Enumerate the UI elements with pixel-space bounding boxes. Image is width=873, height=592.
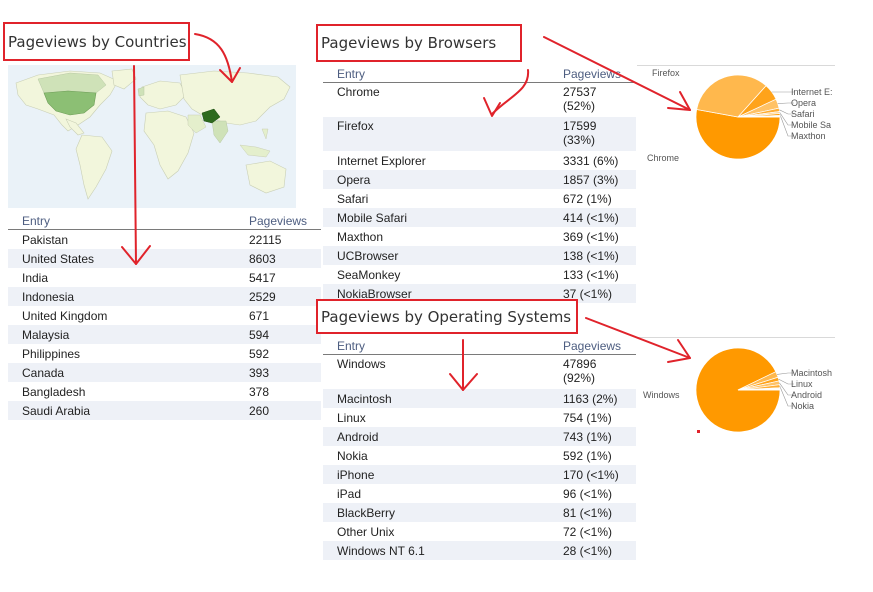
table-row: Other Unix 72 (<1%) <box>337 524 613 539</box>
countries-col-pageviews[interactable]: Pageviews <box>249 214 307 228</box>
table-row: Windows NT 6.1 28 (<1%) <box>323 541 636 560</box>
browsers-table-header: Entry Pageviews <box>323 65 636 83</box>
os-table: Entry Pageviews Windows 47896 (92%) Macin… <box>323 337 636 560</box>
table-row: Windows 47896 (92%) <box>337 357 597 385</box>
table-row: UCBrowser 138 (<1%) <box>323 246 636 265</box>
os-title-box: Pageviews by Operating Systems <box>316 299 578 334</box>
countries-table: Entry Pageviews Pakistan 22115 United Sta… <box>8 212 321 420</box>
table-row: Saudi Arabia 260 <box>8 401 321 420</box>
table-row: Maxthon 369 (<1%) <box>337 229 619 244</box>
pie-label-maxthon: Maxthon <box>791 131 826 141</box>
table-row: Indonesia 2529 <box>8 287 321 306</box>
table-row: SeaMonkey 133 (<1%) <box>337 267 619 282</box>
pie-label-windows: Windows <box>643 390 680 400</box>
table-row: Philippines 592 <box>22 346 270 361</box>
table-row: India 5417 <box>22 270 276 285</box>
divider <box>637 337 835 338</box>
pie-label-chrome: Chrome <box>647 153 680 163</box>
os-col-entry[interactable]: Entry <box>323 339 563 353</box>
table-row: Bangladesh 378 <box>22 384 270 399</box>
table-row: United States 8603 <box>8 249 321 268</box>
browsers-col-pageviews[interactable]: Pageviews <box>563 67 621 81</box>
world-map[interactable] <box>8 65 296 208</box>
countries-table-header: Entry Pageviews <box>8 212 321 230</box>
table-row: Chrome 27537 (52%) <box>337 85 597 113</box>
countries-col-entry[interactable]: Entry <box>8 214 249 228</box>
table-row: Nokia 592 (1%) <box>337 448 612 463</box>
pie-label-internet-explorer: Internet E: <box>791 87 833 97</box>
table-row: iPhone 170 (<1%) <box>323 465 636 484</box>
table-row: Malaysia 594 <box>8 325 321 344</box>
pie-label-mobile-safari: Mobile Sa <box>791 120 832 130</box>
table-row: Pakistan 22115 <box>22 232 282 247</box>
table-row: Firefox 17599 (33%) <box>323 117 636 151</box>
countries-title-box: Pageviews by Countries <box>3 22 190 61</box>
red-dot <box>697 430 700 433</box>
table-row: Macintosh 1163 (2%) <box>323 389 636 408</box>
divider <box>637 65 835 66</box>
table-row: Mobile Safari 414 (<1%) <box>323 208 636 227</box>
table-row: iPad 96 (<1%) <box>337 486 613 501</box>
os-table-header: Entry Pageviews <box>323 337 636 355</box>
table-row: Canada 393 <box>8 363 321 382</box>
os-title: Pageviews by Operating Systems <box>321 307 572 326</box>
table-row: BlackBerry 81 (<1%) <box>323 503 636 522</box>
browsers-title: Pageviews by Browsers <box>321 34 497 52</box>
table-row: United Kingdom 671 <box>22 308 270 323</box>
pie-label-android: Android <box>791 390 823 400</box>
pie-label-safari: Safari <box>791 109 815 119</box>
table-row: Opera 1857 (3%) <box>323 170 636 189</box>
pie-label-firefox: Firefox <box>652 68 680 78</box>
browsers-col-entry[interactable]: Entry <box>323 67 563 81</box>
table-row: Android 743 (1%) <box>323 427 636 446</box>
pie-label-linux: Linux <box>791 379 813 389</box>
os-col-pageviews[interactable]: Pageviews <box>563 339 621 353</box>
browsers-table: Entry Pageviews Chrome 27537 (52%) Firefo… <box>323 65 636 304</box>
table-row: Internet Explorer 3331 (6%) <box>337 153 619 168</box>
countries-title: Pageviews by Countries <box>8 32 187 51</box>
pie-label-macintosh: Macintosh <box>791 368 833 378</box>
pie-label-opera: Opera <box>791 98 817 108</box>
browsers-title-box: Pageviews by Browsers <box>316 24 522 62</box>
pie-label-nokia: Nokia <box>791 401 815 411</box>
table-row: Linux 754 (1%) <box>337 410 612 425</box>
table-row: Safari 672 (1%) <box>337 191 612 206</box>
